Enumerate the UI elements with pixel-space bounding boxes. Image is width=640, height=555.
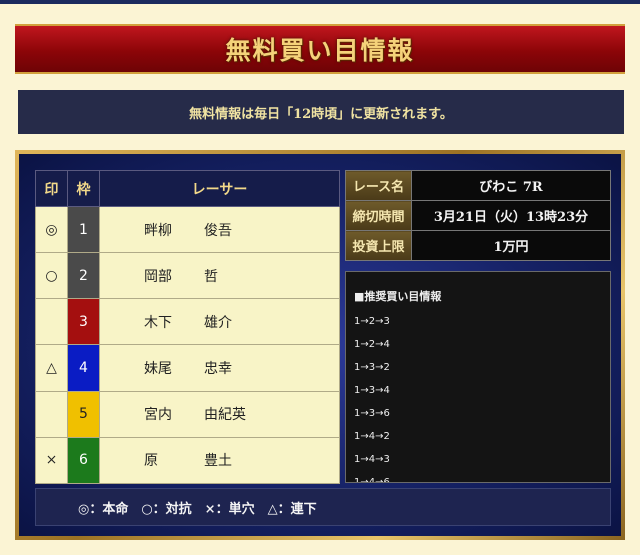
waku-cell: 6 (67, 436, 100, 485)
racer-given-name: 哲 (204, 268, 218, 285)
racer-surname: 畔柳 (144, 222, 172, 239)
racer-table: 印 枠 レーサー ◎ 1 畔柳 俊吾 ○ 2 岡部哲 3 木下 雄介 △ 4 妹尾 忠幸 5 宮内 由紀英 × 6 原… (35, 170, 340, 485)
waku-cell: 2 (67, 252, 100, 300)
mark-cell: × (35, 436, 68, 485)
race-info-table: レース名 びわこ 7R 締切時間 3月21日（火）13時23分 投資上限 1万円 (345, 170, 611, 261)
racer-name-cell: 畔柳 俊吾 (99, 205, 340, 254)
picks-list: 1→2→3 1→2→4 1→3→2 1→3→4 1→3→6 1→4→2 1→4→3 1→4→6 (354, 310, 602, 483)
racer-name-cell: 木下 雄介 (99, 298, 340, 346)
racer-given-name: 由紀英 (204, 407, 246, 424)
racer-table-header: 印 枠 レーサー (35, 170, 340, 207)
waku-cell: 3 (67, 298, 100, 346)
recommended-picks-box[interactable]: ■推奨買い目情報 1→2→3 1→2→4 1→3→2 1→3→4 1→3→6 1→4→2 1… (345, 271, 611, 483)
race-panel-frame: 印 枠 レーサー ◎ 1 畔柳 俊吾 ○ 2 岡部哲 3 木下 雄介 △ 4 妹尾 忠幸 5 宮内 由紀英 × 6 原… (15, 150, 625, 540)
header-waku: 枠 (67, 170, 100, 207)
racer-given-name: 俊吾 (204, 222, 232, 239)
waku-cell: 1 (67, 205, 100, 254)
pick-item: 1→3→6 (354, 408, 390, 419)
racer-row: 3 木下 雄介 (35, 298, 340, 346)
racer-given-name: 雄介 (204, 314, 232, 331)
deadline-label: 締切時間 (345, 200, 412, 231)
racer-row: ◎ 1 畔柳 俊吾 (35, 205, 340, 254)
pick-item: 1→4→2 (354, 431, 390, 442)
racer-name-cell: 原 豊土 (99, 436, 340, 485)
racer-row: ○ 2 岡部 哲 (35, 252, 340, 300)
racer-surname: 木下 (144, 314, 172, 331)
pick-item: 1→3→2 (354, 362, 390, 373)
race-panel: 印 枠 レーサー ◎ 1 畔柳 俊吾 ○ 2 岡部哲 3 木下 雄介 △ 4 妹尾 忠幸 5 宮内 由紀英 × 6 原… (19, 154, 621, 536)
waku-cell: 4 (67, 344, 100, 392)
limit-value: 1万円 (411, 230, 611, 261)
race-name-label: レース名 (345, 170, 412, 201)
header-racer: レーサー (99, 170, 340, 207)
racer-surname: 宮内 (144, 407, 172, 424)
update-notice: 無料情報は毎日「12時頃」に更新されます。 (18, 90, 624, 134)
race-name-row: レース名 びわこ 7R (345, 170, 611, 201)
racer-name-cell: 宮内 由紀英 (99, 390, 340, 438)
pick-item: 1→3→4 (354, 385, 390, 396)
mark-cell (35, 390, 68, 438)
racer-given-name: 忠幸 (204, 361, 232, 378)
deadline-row: 締切時間 3月21日（火）13時23分 (345, 200, 611, 231)
pick-item: 1→4→6 (354, 477, 390, 483)
racer-surname: 原 (144, 453, 158, 470)
race-name-value: びわこ 7R (411, 170, 611, 201)
mark-cell (35, 298, 68, 346)
header-mark: 印 (35, 170, 68, 207)
deadline-value: 3月21日（火）13時23分 (411, 200, 611, 231)
mark-cell: △ (35, 344, 68, 392)
racer-given-name: 豊土 (204, 453, 232, 470)
mark-cell: ○ (35, 252, 68, 300)
pick-item: 1→2→3 (354, 316, 390, 327)
pick-item: 1→2→4 (354, 339, 390, 350)
racer-name-cell: 妹尾 忠幸 (99, 344, 340, 392)
page-title: 無料買い目情報 (225, 36, 415, 65)
racer-row: 5 宮内 由紀英 (35, 390, 340, 438)
legend-text: ◎：本命 ○：対抗 ×：単穴 △：連下 (78, 501, 317, 517)
limit-label: 投資上限 (345, 230, 412, 261)
racer-name-cell: 岡部 哲 (99, 252, 340, 300)
mark-legend: ◎：本命 ○：対抗 ×：単穴 △：連下 (35, 488, 611, 526)
mark-cell: ◎ (35, 205, 68, 254)
notice-text: 無料情報は毎日「12時頃」に更新されます。 (189, 106, 453, 122)
racer-row: × 6 原 豊土 (35, 436, 340, 485)
limit-row: 投資上限 1万円 (345, 230, 611, 261)
pick-item: 1→4→3 (354, 454, 390, 465)
racer-surname: 岡部 (144, 268, 172, 285)
racer-row: △ 4 妹尾 忠幸 (35, 344, 340, 392)
top-border (0, 0, 640, 4)
title-banner: 無料買い目情報 (15, 24, 625, 74)
racer-surname: 妹尾 (144, 361, 172, 378)
waku-cell: 5 (67, 390, 100, 438)
picks-title: ■推奨買い目情報 (354, 290, 442, 303)
